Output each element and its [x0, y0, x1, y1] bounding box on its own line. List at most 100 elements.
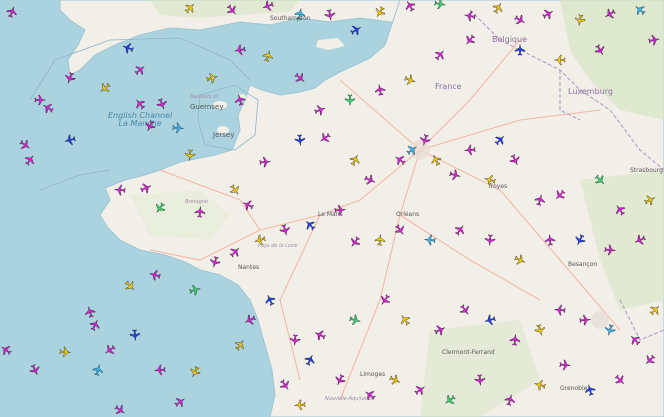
aircraft-icon[interactable]: [294, 8, 306, 20]
aircraft-icon[interactable]: [374, 234, 386, 246]
aircraft-icon[interactable]: [449, 169, 461, 181]
aircraft-icon[interactable]: [509, 334, 521, 346]
aircraft-icon[interactable]: [89, 319, 101, 331]
aircraft-icon[interactable]: [279, 379, 291, 391]
aircraft-icon[interactable]: [514, 14, 526, 26]
aircraft-icon[interactable]: [454, 224, 466, 236]
aircraft-icon[interactable]: [389, 374, 401, 386]
aircraft-icon[interactable]: [444, 394, 456, 406]
aircraft-icon[interactable]: [294, 134, 306, 146]
aircraft-icon[interactable]: [319, 132, 331, 144]
aircraft-icon[interactable]: [604, 324, 616, 336]
aircraft-icon[interactable]: [42, 102, 54, 114]
aircraft-icon[interactable]: [350, 24, 362, 36]
aircraft-icon[interactable]: [648, 34, 660, 46]
aircraft-icon[interactable]: [604, 8, 616, 20]
aircraft-icon[interactable]: [544, 234, 556, 246]
aircraft-icon[interactable]: [144, 120, 156, 132]
aircraft-icon[interactable]: [279, 224, 291, 236]
aircraft-icon[interactable]: [649, 304, 661, 316]
aircraft-icon[interactable]: [579, 314, 591, 326]
aircraft-icon[interactable]: [174, 396, 186, 408]
aircraft-icon[interactable]: [484, 174, 496, 186]
aircraft-icon[interactable]: [514, 254, 526, 266]
aircraft-icon[interactable]: [364, 389, 376, 401]
aircraft-icon[interactable]: [0, 344, 12, 356]
aircraft-icon[interactable]: [534, 324, 546, 336]
aircraft-icon[interactable]: [194, 206, 206, 218]
aircraft-icon[interactable]: [644, 354, 656, 366]
aircraft-icon[interactable]: [559, 359, 571, 371]
aircraft-icon[interactable]: [334, 374, 346, 386]
aircraft-icon[interactable]: [434, 49, 446, 61]
aircraft-icon[interactable]: [29, 364, 41, 376]
aircraft-icon[interactable]: [254, 234, 266, 246]
aircraft-icon[interactable]: [129, 329, 141, 341]
aircraft-icon[interactable]: [474, 374, 486, 386]
aircraft-icon[interactable]: [394, 224, 406, 236]
aircraft-icon[interactable]: [184, 2, 196, 14]
aircraft-icon[interactable]: [430, 154, 442, 166]
aircraft-icon[interactable]: [114, 404, 126, 416]
aircraft-icon[interactable]: [574, 234, 586, 246]
aircraft-icon[interactable]: [349, 314, 361, 326]
aircraft-icon[interactable]: [262, 0, 274, 12]
aircraft-icon[interactable]: [379, 294, 391, 306]
aircraft-icon[interactable]: [494, 134, 506, 146]
aircraft-icon[interactable]: [484, 234, 496, 246]
aircraft-icon[interactable]: [242, 199, 254, 211]
aircraft-icon[interactable]: [156, 98, 168, 110]
aircraft-icon[interactable]: [509, 154, 521, 166]
aircraft-icon[interactable]: [344, 94, 356, 106]
aircraft-icon[interactable]: [629, 334, 641, 346]
aircraft-icon[interactable]: [234, 339, 246, 351]
aircraft-icon[interactable]: [264, 294, 276, 306]
aircraft-icon[interactable]: [404, 0, 416, 12]
aircraft-icon[interactable]: [574, 14, 586, 26]
aircraft-icon[interactable]: [234, 94, 246, 106]
aircraft-icon[interactable]: [140, 182, 152, 194]
aircraft-icon[interactable]: [604, 244, 616, 256]
aircraft-icon[interactable]: [534, 379, 546, 391]
aircraft-icon[interactable]: [19, 139, 31, 151]
aircraft-icon[interactable]: [394, 154, 406, 166]
aircraft-icon[interactable]: [189, 366, 201, 378]
aircraft-icon[interactable]: [134, 98, 146, 110]
aircraft-icon[interactable]: [104, 344, 116, 356]
aircraft-icon[interactable]: [189, 284, 201, 296]
aircraft-icon[interactable]: [634, 4, 646, 16]
aircraft-icon[interactable]: [364, 174, 376, 186]
aircraft-icon[interactable]: [424, 234, 436, 246]
aircraft-icon[interactable]: [99, 82, 111, 94]
aircraft-icon[interactable]: [209, 256, 221, 268]
aircraft-icon[interactable]: [399, 314, 411, 326]
aircraft-icon[interactable]: [594, 44, 606, 56]
aircraft-icon[interactable]: [554, 189, 566, 201]
aircraft-icon[interactable]: [154, 364, 166, 376]
aircraft-icon[interactable]: [294, 399, 306, 411]
aircraft-icon[interactable]: [374, 6, 386, 18]
aircraft-icon[interactable]: [459, 304, 471, 316]
aircraft-icon[interactable]: [434, 0, 446, 10]
aircraft-icon[interactable]: [419, 134, 431, 146]
aircraft-icon[interactable]: [206, 72, 218, 84]
aircraft-icon[interactable]: [134, 64, 146, 76]
aircraft-icon[interactable]: [324, 9, 336, 21]
aircraft-icon[interactable]: [122, 42, 134, 54]
aircraft-icon[interactable]: [6, 6, 18, 18]
aircraft-icon[interactable]: [226, 4, 238, 16]
aircraft-icon[interactable]: [24, 154, 36, 166]
aircraft-icon[interactable]: [334, 204, 346, 216]
aircraft-icon[interactable]: [614, 204, 626, 216]
aircraft-icon[interactable]: [542, 8, 554, 20]
aircraft-icon[interactable]: [504, 394, 516, 406]
aircraft-icon[interactable]: [614, 374, 626, 386]
aircraft-icon[interactable]: [59, 346, 71, 358]
aircraft-icon[interactable]: [234, 44, 246, 56]
aircraft-icon[interactable]: [64, 134, 76, 146]
aircraft-icon[interactable]: [172, 122, 184, 134]
aircraft-icon[interactable]: [114, 184, 126, 196]
aircraft-icon[interactable]: [349, 236, 361, 248]
aircraft-icon[interactable]: [554, 304, 566, 316]
aircraft-icon[interactable]: [374, 84, 386, 96]
